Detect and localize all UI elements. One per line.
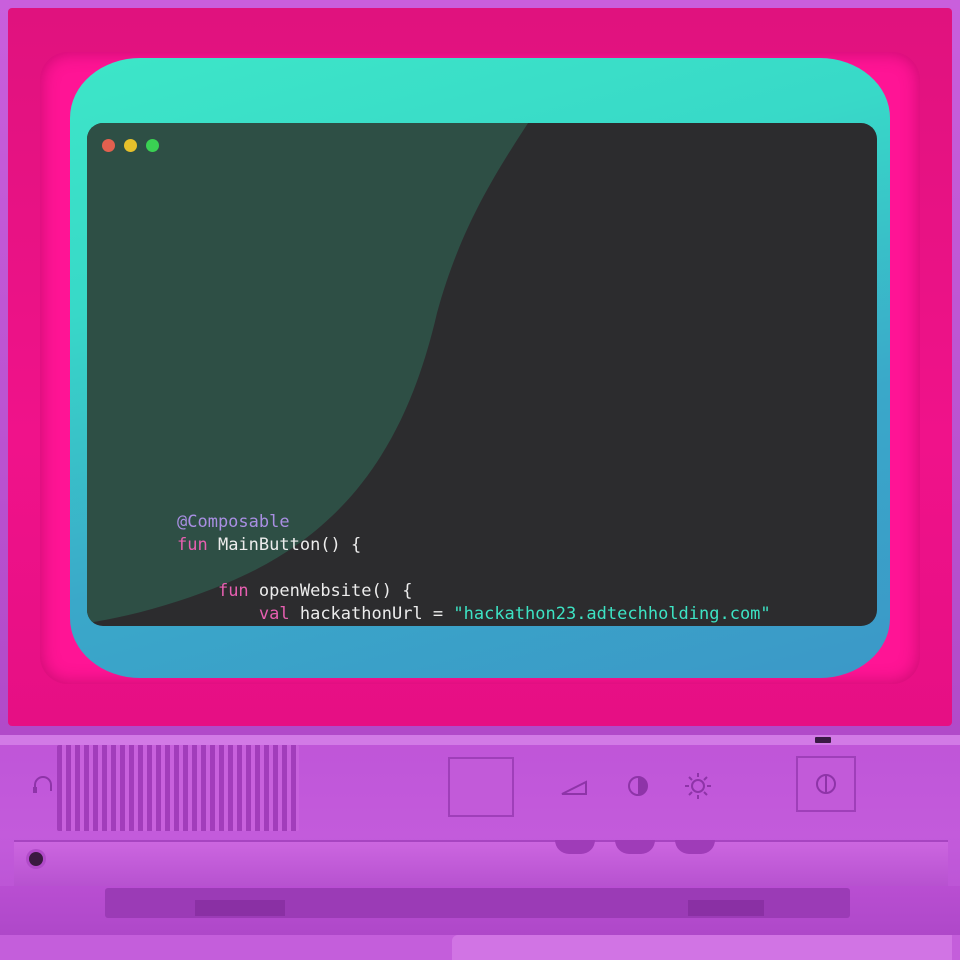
- code-editor-window: @Composable fun MainButton() { fun openW…: [87, 123, 877, 626]
- base-slot-detail: [688, 900, 764, 916]
- window-maximize-button[interactable]: [146, 139, 159, 152]
- volume-icon[interactable]: [560, 772, 588, 800]
- code-keyword: fun: [177, 535, 208, 555]
- window-minimize-button[interactable]: [124, 139, 137, 152]
- code-text: openWebsite() {: [248, 581, 413, 601]
- contrast-icon[interactable]: [624, 772, 652, 800]
- headphone-icon: [33, 776, 52, 793]
- speaker-grille: [57, 745, 299, 831]
- code-annotation: @Composable: [177, 512, 290, 532]
- code-string: "hackathon23.adtechholding.com": [453, 604, 771, 624]
- base-tab: [452, 935, 952, 960]
- audio-jack: [29, 852, 43, 866]
- base-slot-detail: [195, 900, 285, 916]
- code-keyword: val: [258, 604, 290, 624]
- power-button[interactable]: [796, 756, 856, 812]
- window-close-button[interactable]: [102, 139, 115, 152]
- code-text: hackathonUrl =: [289, 604, 454, 624]
- power-led: [815, 737, 831, 743]
- code-text: MainButton() {: [207, 535, 362, 555]
- brightness-icon[interactable]: [684, 772, 712, 800]
- front-panel-button[interactable]: [448, 757, 514, 817]
- code-keyword: fun: [217, 581, 249, 601]
- code-block: @Composable fun MainButton() { fun openW…: [177, 511, 771, 626]
- power-icon: [816, 774, 836, 794]
- console-lower-strip: [14, 840, 948, 888]
